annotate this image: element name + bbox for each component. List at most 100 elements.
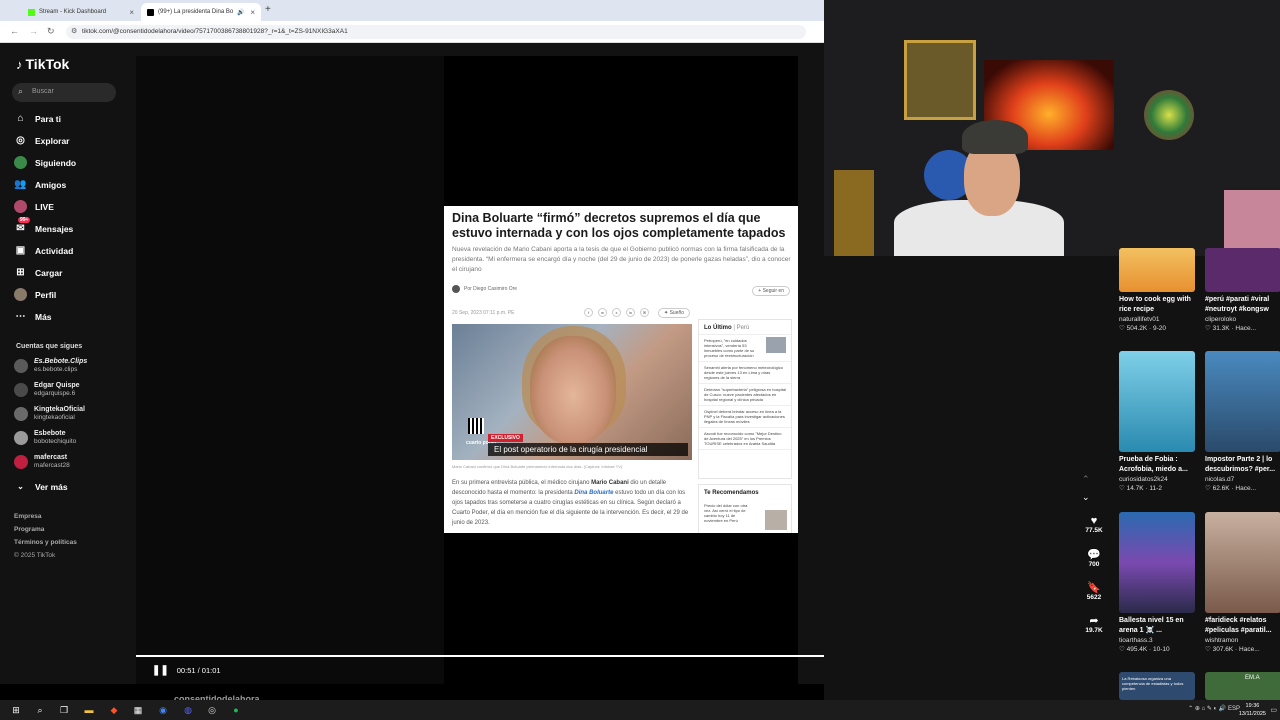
video-card[interactable]: Ballesta nivel 15 en arena 1 ☠️ ... tioa…	[1119, 512, 1195, 654]
article-headline: Dina Boluarte “firmó” decretos supremos …	[452, 211, 786, 240]
card-likes: 504.2K	[1126, 325, 1148, 332]
store-icon[interactable]: ▦	[132, 704, 144, 716]
chrome-icon[interactable]: ◉	[157, 704, 169, 716]
comment-button[interactable]: 💬 700	[1086, 548, 1102, 568]
close-icon[interactable]: ×	[129, 8, 134, 17]
card-title: #perú #parati #viral #neutroyt #kongsw	[1205, 296, 1270, 313]
video-card[interactable]: EM.A	[1205, 672, 1280, 700]
chevron-up-icon[interactable]: ⌃	[1082, 474, 1090, 485]
following-user: es.bebote.clips	[34, 366, 78, 373]
card-likes: 495.4K	[1126, 646, 1148, 653]
video-card[interactable]: How to cook egg with rice recipe natural…	[1119, 248, 1195, 333]
video-card[interactable]: Prueba de Fobia : Acrofobia, miedo a... …	[1119, 351, 1195, 493]
comment-count: 700	[1088, 561, 1100, 568]
spotify-icon[interactable]: ●	[230, 704, 242, 716]
suggest-label: Sueño	[669, 310, 685, 316]
logo-text: TikTok	[25, 56, 70, 72]
discord-icon[interactable]: ◍	[182, 704, 194, 716]
tiktok-icon	[147, 8, 154, 16]
obs-icon[interactable]: ◎	[206, 704, 218, 716]
following-header: Cuentas que sigues	[16, 343, 83, 350]
forward-icon[interactable]: →	[29, 26, 38, 36]
following-user: bobotechiquito	[34, 438, 77, 445]
avatar	[14, 359, 28, 373]
card-date: 9-20	[1153, 325, 1167, 332]
video-card[interactable]: Impostor Parte 2 | lo descubrimos? #per.…	[1205, 351, 1280, 493]
body-name: Mario Cabani	[591, 480, 629, 486]
suggestion-chip: ✦ Sueño	[658, 308, 691, 318]
chevron-down-icon[interactable]: ⌄	[1082, 492, 1090, 503]
tab-kick-dashboard[interactable]: Stream - Kick Dashboard ×	[22, 3, 140, 21]
latest-item: Senamhi alerta por fenómeno meteorológic…	[699, 362, 791, 384]
following-item[interactable]: mafercast mafercast28	[14, 454, 70, 470]
file-explorer-icon[interactable]: ▬	[83, 704, 95, 716]
sidebar-item-para-ti[interactable]: ⌂ Para ti	[14, 112, 61, 125]
sidebar-item-actividad[interactable]: ▣ Actividad	[14, 244, 74, 257]
like-button[interactable]: ♥ 77.5K	[1085, 515, 1102, 534]
share-count: 19.7K	[1085, 627, 1103, 634]
sidebar-item-cargar[interactable]: ⊞ Cargar	[14, 266, 62, 279]
clock[interactable]: 19:36 13/11/2025	[1239, 702, 1266, 718]
back-icon[interactable]: ←	[10, 26, 19, 36]
more-icon: ⋯	[15, 311, 26, 322]
footer-link-empresa[interactable]: Empresa	[14, 513, 41, 520]
sidebar-item-mensajes[interactable]: ✉ 99+ Mensajes	[14, 217, 74, 235]
sidebar-item-perfil[interactable]: Perfil	[14, 288, 56, 301]
playback-time: ❚❚ 00:51 / 01:01	[152, 665, 221, 676]
following-item[interactable]: Es.Bebote.Clips es.bebote.clips	[14, 358, 87, 374]
prize-wheel	[1144, 90, 1194, 140]
latest-thumb	[766, 337, 786, 353]
sidebar-item-mas[interactable]: ⋯ Más	[14, 310, 52, 323]
tiktok-logo[interactable]: ♪ TikTok	[16, 56, 69, 72]
video-thumbnail	[1205, 248, 1280, 292]
notification-icon[interactable]: ▭	[1270, 706, 1277, 714]
sidebar-item-live[interactable]: LIVE	[14, 200, 54, 213]
sidebar-item-explorar[interactable]: ◎ Explorar	[14, 134, 69, 147]
video-card[interactable]: La Rebaloosa organiza una competencia de…	[1119, 672, 1195, 700]
share-button[interactable]: ➦ 19.7K	[1085, 614, 1103, 634]
share-icons: f w x in ✉	[584, 308, 649, 317]
card-user: naturallifetv01	[1119, 316, 1160, 323]
footer-link-terminos[interactable]: Términos y políticas	[14, 539, 77, 546]
friends-icon: 👥	[14, 179, 27, 190]
video-card[interactable]: #faridieck #relatos #peliculas #paratil.…	[1205, 512, 1280, 654]
following-item[interactable]: Esbebote bobotechiquito	[14, 430, 76, 446]
profile-icon	[14, 288, 27, 301]
activity-icon: ▣	[15, 245, 26, 256]
see-more-button[interactable]: ⌄ Ver más	[14, 480, 67, 493]
bookmark-button[interactable]: 🔖 5622	[1086, 581, 1102, 601]
search-icon[interactable]: ⌕	[34, 704, 46, 716]
following-item[interactable]: KingtekaOficial kingtekaoficial	[14, 406, 85, 422]
following-name: KingtekaOficial	[34, 406, 85, 413]
brave-icon[interactable]: ◆	[108, 704, 120, 716]
video-thumbnail	[1119, 248, 1195, 292]
task-view-icon[interactable]: ❐	[58, 704, 70, 716]
site-info-icon[interactable]: ⚙	[71, 27, 77, 35]
system-tray[interactable]: ⌃ ⊕ ⌂ ✎ ◐ 🔊 ESP	[1188, 705, 1240, 712]
pause-icon[interactable]: ❚❚	[152, 665, 169, 676]
video-card[interactable]: #perú #parati #viral #neutroyt #kongsw c…	[1205, 248, 1280, 333]
card-likes: 14.7K	[1126, 485, 1144, 492]
footer-link-programa[interactable]: Programa	[14, 526, 44, 533]
sidebar-item-amigos[interactable]: 👥 Amigos	[14, 178, 66, 191]
search-input[interactable]: ⌕ Buscar	[12, 83, 116, 102]
bookmark-count: 5622	[1086, 594, 1102, 601]
close-icon[interactable]: ×	[250, 8, 255, 17]
avatar	[14, 407, 28, 421]
footer-copyright: © 2025 TikTok	[14, 552, 56, 559]
card-title: #faridieck #relatos #peliculas #paratil.…	[1205, 617, 1272, 634]
speaker-icon[interactable]: 🔊	[237, 9, 244, 16]
url-field[interactable]: ⚙ tiktok.com/@consentidodelahora/video/7…	[66, 25, 806, 39]
windows-start-icon[interactable]: ⊞	[10, 704, 22, 716]
tab-tiktok[interactable]: (99+) La presidenta Dina Bo 🔊 ×	[141, 3, 261, 21]
card-date: Hace...	[1235, 485, 1257, 492]
video-thumbnail	[1205, 351, 1280, 452]
sidebar-item-siguiendo[interactable]: Siguiendo	[14, 156, 76, 169]
right-panel: ⌃ ⌄ ♥ 77.5K 💬 700 🔖 5622 ➦ 19.7K How to cook…	[824, 248, 1280, 700]
video-thumbnail: La Rebaloosa organiza una competencia de…	[1119, 672, 1195, 700]
following-item[interactable]: Edgar Quispe edgarquispe.6	[14, 382, 80, 398]
new-tab-button[interactable]: +	[265, 4, 271, 15]
sidebar-item-label: Mensajes	[35, 223, 74, 234]
reload-icon[interactable]: ↻	[47, 26, 55, 37]
streamer-cap	[962, 120, 1028, 154]
